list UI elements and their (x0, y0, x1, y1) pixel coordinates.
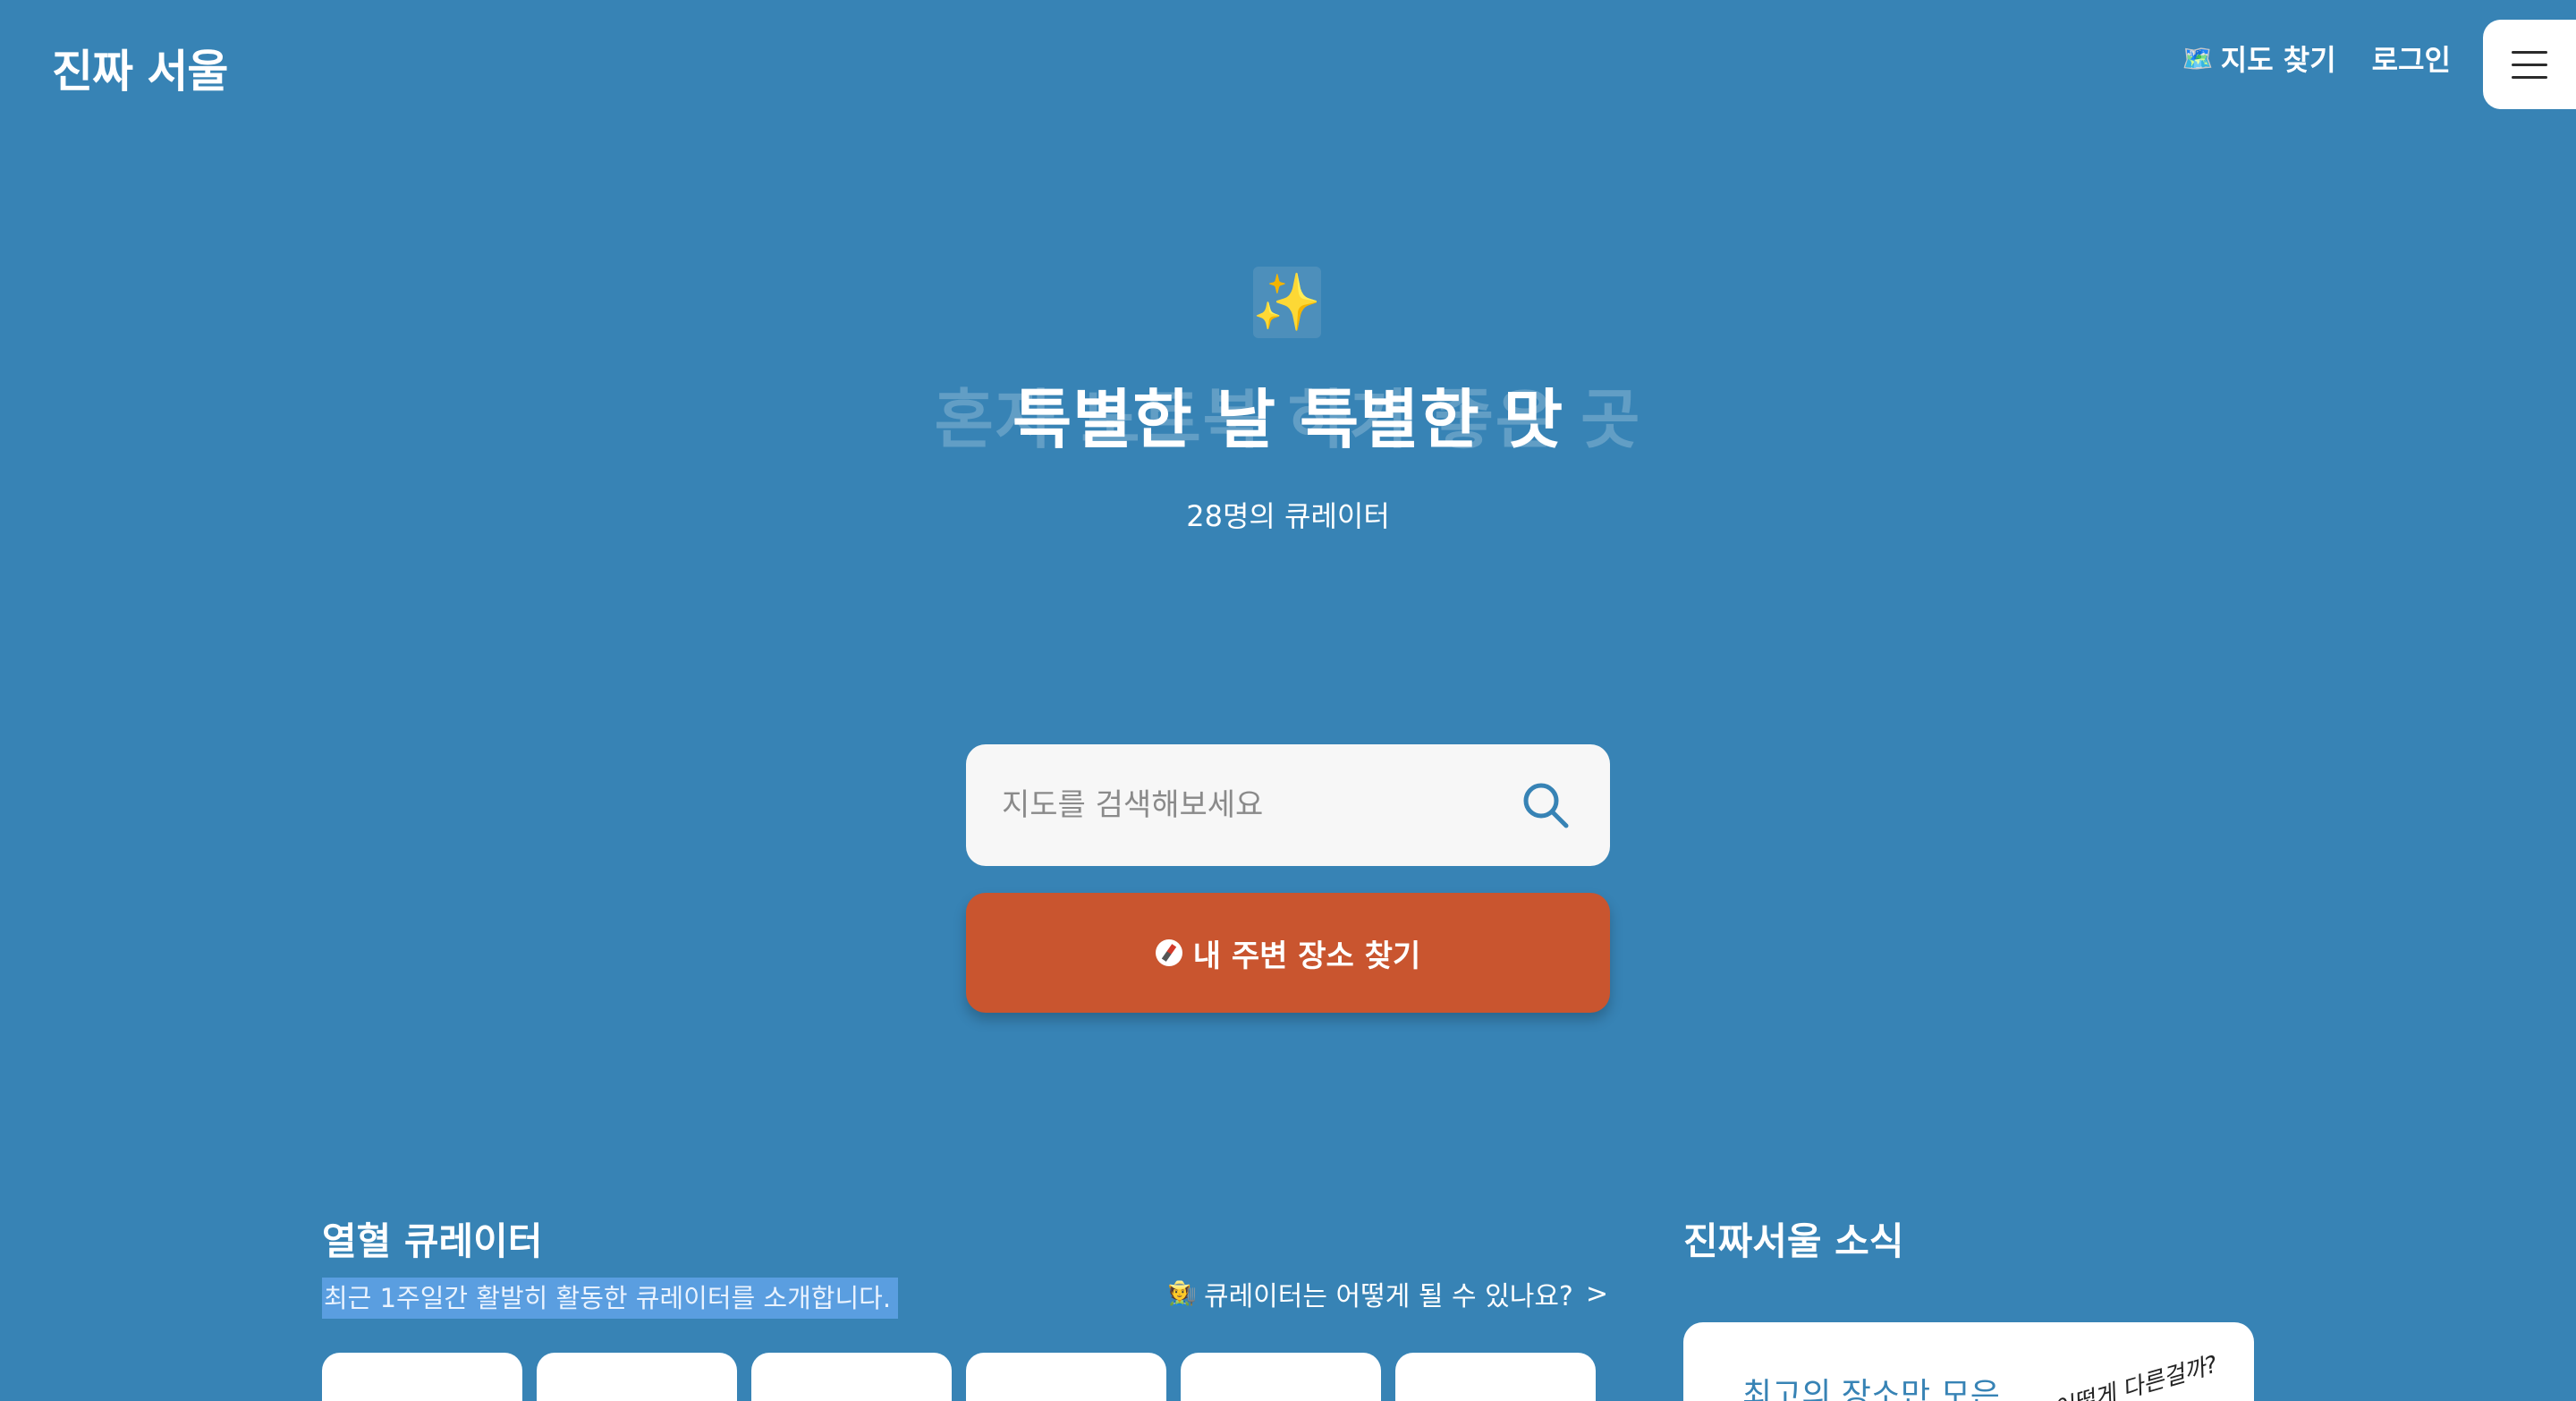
curators-title: 열혈 큐레이터 (322, 1219, 543, 1263)
curator-card[interactable] (537, 1353, 737, 1401)
news-card-tag: 어떻게 다른걸까? (2050, 1351, 2221, 1401)
how-link-label: 큐레이터는 어떻게 될 수 있나요? (1203, 1281, 1573, 1312)
site-logo[interactable]: 진짜 서울 (52, 36, 228, 100)
map-icon: 🗺️ (2182, 43, 2214, 73)
headline-text: 특별한 날 특별한 맛 (1012, 382, 1564, 457)
menu-button[interactable] (2483, 20, 2576, 109)
news-card[interactable]: 최고의 장소만 모은 어떻게 다른걸까? (1683, 1322, 2254, 1401)
top-nav: 🗺️ 지도 찾기 로그인 (2182, 38, 2451, 79)
nearby-label: 내 주변 장소 찾기 (1192, 938, 1421, 974)
curator-card[interactable] (1181, 1353, 1381, 1401)
map-find-link[interactable]: 🗺️ 지도 찾기 (2182, 38, 2336, 79)
curator-card[interactable] (322, 1353, 522, 1401)
curator-card[interactable] (751, 1353, 952, 1401)
hero-headline: 혼자 노트북 하기 좋은 곳 특별한 날 특별한 맛 (0, 367, 2576, 457)
search-icon[interactable] (1517, 777, 1574, 834)
how-to-be-curator-link[interactable]: 🧑‍🌾 큐레이터는 어떻게 될 수 있나요? > (1168, 1274, 1608, 1313)
login-link[interactable]: 로그인 (2372, 38, 2451, 79)
compass-icon (1155, 939, 1182, 966)
news-card-title: 최고의 장소만 모은 (1742, 1377, 2000, 1401)
curator-card[interactable] (966, 1353, 1166, 1401)
map-find-label: 지도 찾기 (2220, 43, 2336, 77)
curators-description: 최근 1주일간 활발히 활동한 큐레이터를 소개합니다. (322, 1278, 899, 1319)
search-box (966, 744, 1610, 866)
sparkle-icon: ✨ (1252, 267, 1322, 338)
page: 진짜 서울 🗺️ 지도 찾기 로그인 ✨ 혼자 노트북 하기 좋은 곳 특별한 … (0, 0, 2576, 1401)
search-input[interactable] (1002, 787, 1517, 823)
farmer-icon: 🧑‍🌾 (1167, 1280, 1197, 1307)
news-title: 진짜서울 소식 (1683, 1219, 1904, 1263)
hamburger-icon (2512, 50, 2547, 79)
curator-card[interactable] (1395, 1353, 1596, 1401)
nearby-places-button[interactable]: 내 주변 장소 찾기 (966, 893, 1610, 1013)
chevron-right-icon: > (1585, 1278, 1608, 1310)
curator-count: 28명의 큐레이터 (1186, 499, 1390, 533)
